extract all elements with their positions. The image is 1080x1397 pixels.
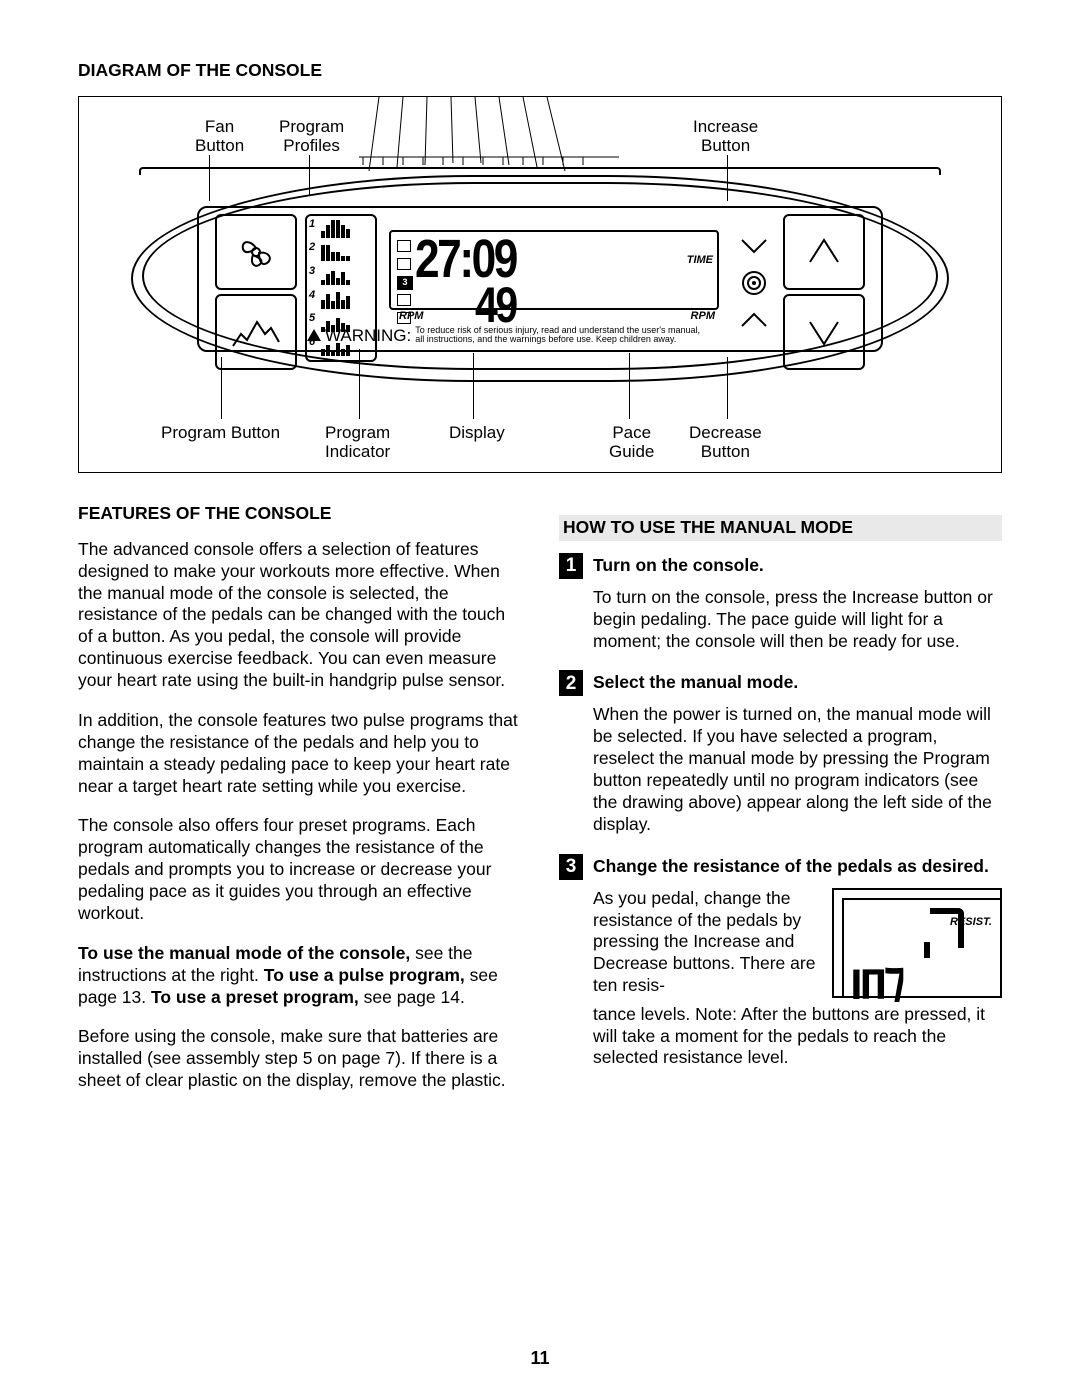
step-title-3: Change the resistance of the pedals as d… xyxy=(593,854,989,878)
step-body-2: When the power is turned on, the manual … xyxy=(593,704,1002,835)
step-1: 1 Turn on the console. xyxy=(559,553,1002,579)
mountain-icon xyxy=(231,312,281,352)
callout-program-profiles: Program Profiles xyxy=(279,117,344,156)
callout-increase-button: Increase Button xyxy=(693,117,758,156)
lcd-rpm-label-right: RPM xyxy=(691,310,715,324)
pace-guide xyxy=(737,238,771,328)
callout-display: Display xyxy=(449,423,505,443)
page-number: 11 xyxy=(0,1347,1080,1370)
step-num-2: 2 xyxy=(559,670,583,696)
step-title-2: Select the manual mode. xyxy=(593,670,798,694)
callout-program-indicator: Program Indicator xyxy=(325,423,390,462)
resist-label: RESIST. xyxy=(950,916,992,930)
features-p5: Before using the console, make sure that… xyxy=(78,1026,521,1092)
step-title-1: Turn on the console. xyxy=(593,553,764,577)
fan-button[interactable] xyxy=(215,214,297,290)
features-p4: To use the manual mode of the console, s… xyxy=(78,943,521,1009)
lcd-rpm-label-left: RPM xyxy=(399,310,423,324)
callout-fan-button: Fan Button xyxy=(195,117,244,156)
features-p2: In addition, the console features two pu… xyxy=(78,710,521,798)
warning-strip: WARNING: To reduce risk of serious injur… xyxy=(307,325,773,346)
callout-program-button: Program Button xyxy=(161,423,280,443)
display: 3 27:09 49 TIME xyxy=(389,230,719,310)
resist-value: ıп⁊ xyxy=(850,958,903,1002)
console-body: 1 2 3 4 5 6 xyxy=(139,167,941,372)
section-title-manual: HOW TO USE THE MANUAL MODE xyxy=(559,515,1002,541)
profile-num: 4 xyxy=(309,289,315,303)
left-column: FEATURES OF THE CONSOLE The advanced con… xyxy=(78,503,521,1110)
lcd-time-label: TIME xyxy=(687,254,713,268)
warning-line2: all instructions, and the warnings befor… xyxy=(415,334,676,344)
step-num-3: 3 xyxy=(559,854,583,880)
profile-num: 1 xyxy=(309,218,315,232)
hatch-lines xyxy=(359,97,619,173)
right-column: HOW TO USE THE MANUAL MODE 1 Turn on the… xyxy=(559,503,1002,1110)
step-body-3b: tance levels. Note: After the buttons ar… xyxy=(593,1004,1002,1070)
program-button[interactable] xyxy=(215,294,297,370)
pace-down-icon xyxy=(740,238,768,256)
fan-icon xyxy=(233,229,279,275)
section-title-diagram: DIAGRAM OF THE CONSOLE xyxy=(78,60,1002,82)
callout-decrease-button: Decrease Button xyxy=(689,423,762,462)
step-body-1: To turn on the console, press the Increa… xyxy=(593,587,1002,653)
console-diagram: Fan Button Program Profiles Increase But… xyxy=(78,96,1002,473)
chevron-up-large-icon xyxy=(804,232,844,272)
step-2: 2 Select the manual mode. xyxy=(559,670,1002,696)
warning-triangle-icon xyxy=(307,329,321,341)
profile-num: 2 xyxy=(309,241,315,255)
features-p1: The advanced console offers a selection … xyxy=(78,539,521,692)
program-indicator: 3 xyxy=(397,276,413,290)
section-title-features: FEATURES OF THE CONSOLE xyxy=(78,503,521,525)
pace-target-icon xyxy=(741,270,767,296)
step-3: 3 Change the resistance of the pedals as… xyxy=(559,854,1002,880)
step-num-1: 1 xyxy=(559,553,583,579)
decrease-button[interactable] xyxy=(783,294,865,370)
step-body-3a: As you pedal, change the resistance of t… xyxy=(593,888,818,998)
profile-num: 3 xyxy=(309,265,315,279)
features-p3: The console also offers four preset prog… xyxy=(78,815,521,924)
callout-pace-guide: Pace Guide xyxy=(609,423,654,462)
warning-word: WARNING: xyxy=(325,325,411,346)
resist-inset: RESIST. ıп⁊ xyxy=(832,888,1002,998)
chevron-down-large-icon xyxy=(804,312,844,352)
increase-button[interactable] xyxy=(783,214,865,290)
